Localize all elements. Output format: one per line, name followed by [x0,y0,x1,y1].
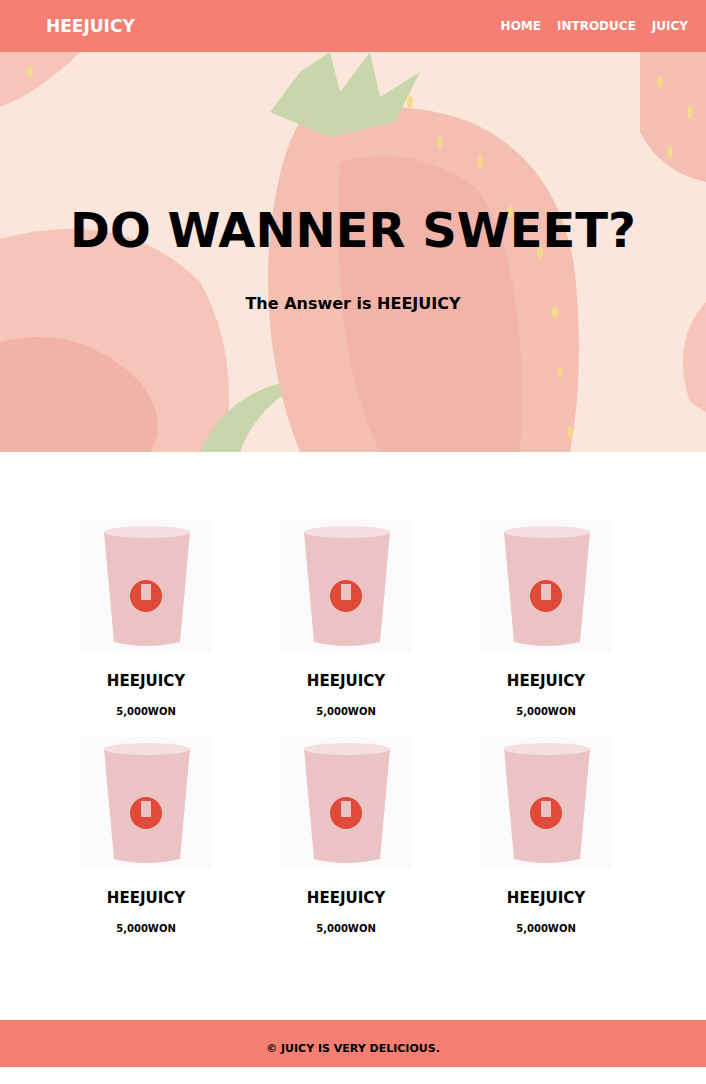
header: HEEJUICY HOME INTRODUCE JUICY [0,0,706,52]
nav-item[interactable]: JUICY [652,19,688,33]
product-name: HEEJUICY [507,672,585,690]
juice-cup-icon [480,737,612,869]
product-price: 5,000WON [116,923,176,934]
product-card[interactable]: HEEJUICY 5,000WON [80,520,212,717]
product-price: 5,000WON [516,923,576,934]
nav-item[interactable]: HOME [501,19,541,33]
logo[interactable]: HEEJUICY [46,16,135,36]
product-price: 5,000WON [316,706,376,717]
product-name: HEEJUICY [107,889,185,907]
product-price: 5,000WON [516,706,576,717]
hero: DO WANNER SWEET? The Answer is HEEJUICY [0,52,706,452]
product-name: HEEJUICY [307,889,385,907]
juice-cup-icon [80,520,212,652]
hero-subtitle: The Answer is HEEJUICY [245,294,460,313]
hero-title: DO WANNER SWEET? [70,202,636,260]
juice-cup-icon [280,737,412,869]
product-card[interactable]: HEEJUICY 5,000WON [80,737,212,934]
product-card[interactable]: HEEJUICY 5,000WON [480,520,612,717]
product-name: HEEJUICY [107,672,185,690]
product-price: 5,000WON [116,706,176,717]
product-name: HEEJUICY [507,889,585,907]
product-card[interactable]: HEEJUICY 5,000WON [280,520,412,717]
nav-item[interactable]: INTRODUCE [557,19,636,33]
product-name: HEEJUICY [307,672,385,690]
product-card[interactable]: HEEJUICY 5,000WON [480,737,612,934]
nav: HOME INTRODUCE JUICY [501,19,688,33]
product-grid: HEEJUICY 5,000WON HEEJUICY 5,000WON HEEJ… [80,520,706,934]
footer-text: © JUICY IS VERY DELICIOUS. [266,1042,440,1055]
product-card[interactable]: HEEJUICY 5,000WON [280,737,412,934]
product-list: HEEJUICY 5,000WON HEEJUICY 5,000WON HEEJ… [0,452,706,1020]
juice-cup-icon [280,520,412,652]
footer: © JUICY IS VERY DELICIOUS. [0,1020,706,1067]
juice-cup-icon [80,737,212,869]
product-price: 5,000WON [316,923,376,934]
page: HEEJUICY HOME INTRODUCE JUICY DO WANNER SW… [0,0,706,1067]
juice-cup-icon [480,520,612,652]
